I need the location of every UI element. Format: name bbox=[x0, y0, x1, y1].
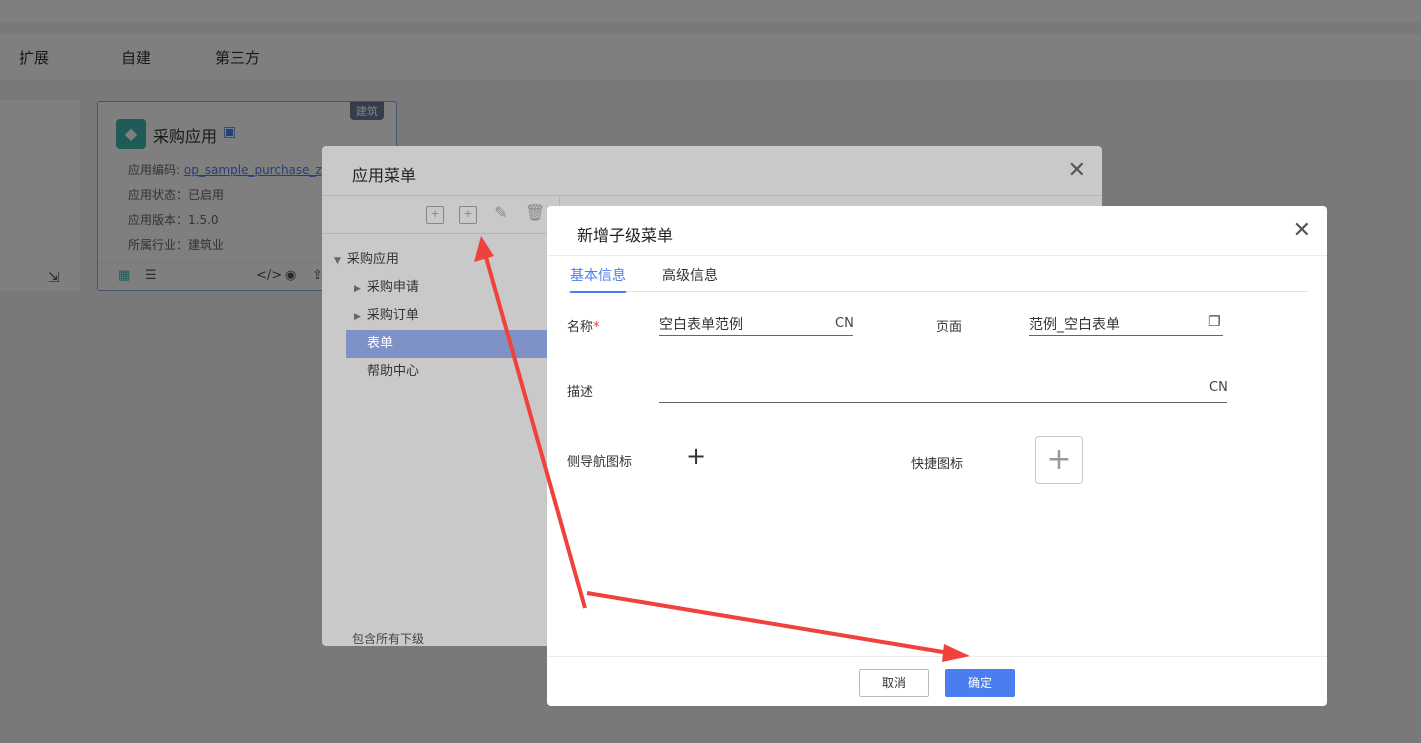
add-child-menu-dialog-header: 新增子级菜单 ✕ bbox=[547, 206, 1327, 256]
add-child-menu-dialog: 新增子级菜单 ✕ 基本信息 高级信息 名称* CN 页面 ❐ 描述 CN 侧导航… bbox=[547, 206, 1327, 706]
add-child-menu-dialog-title: 新增子级菜单 bbox=[577, 226, 674, 245]
name-label: 名称* bbox=[567, 316, 600, 335]
name-field[interactable] bbox=[659, 312, 853, 336]
add-quick-icon[interactable]: + bbox=[1035, 436, 1083, 484]
caret-right-icon: ▶ bbox=[354, 284, 361, 294]
side-nav-icon-label: 侧导航图标 bbox=[567, 455, 633, 470]
tree-item-form[interactable]: 表单 bbox=[346, 330, 559, 358]
caret-down-icon: ▼ bbox=[334, 256, 341, 266]
include-children-label: 包含所有下级 bbox=[352, 632, 425, 646]
app-menu-dialog-title: 应用菜单 bbox=[352, 166, 417, 185]
copy-icon[interactable]: ❐ bbox=[1208, 314, 1221, 330]
caret-right-icon: ▶ bbox=[354, 312, 361, 322]
cancel-button[interactable]: 取消 bbox=[859, 669, 929, 697]
description-lang-suffix[interactable]: CN bbox=[1209, 380, 1228, 395]
confirm-button[interactable]: 确定 bbox=[945, 669, 1015, 697]
tree-item-label: 帮助中心 bbox=[367, 364, 420, 379]
page-field[interactable] bbox=[1029, 312, 1223, 336]
dialog-tabs: 基本信息 高级信息 bbox=[567, 260, 1308, 293]
tree-item-label: 采购申请 bbox=[366, 280, 419, 295]
close-icon[interactable]: ✕ bbox=[1068, 158, 1086, 183]
tree-item-label: 表单 bbox=[367, 336, 394, 351]
name-lang-suffix[interactable]: CN bbox=[835, 316, 854, 331]
required-mark: * bbox=[593, 320, 600, 335]
tab-advanced-info[interactable]: 高级信息 bbox=[662, 265, 718, 291]
page-label: 页面 bbox=[936, 320, 963, 335]
tree-item-help-center[interactable]: 帮助中心 bbox=[367, 358, 419, 386]
tree-root[interactable]: ▼ 采购应用 bbox=[334, 246, 399, 274]
name-label-text: 名称 bbox=[567, 320, 594, 335]
tree-toolbar: + + ✎ 🗑 bbox=[322, 196, 559, 234]
menu-tree-panel: + + ✎ 🗑 ▼ 采购应用 ▶ 采购申请 ▶ 采购订单 表单 帮助中心 包含所有下级 bbox=[322, 196, 559, 646]
edit-icon[interactable]: ✎ bbox=[492, 205, 510, 224]
tree-item-purchase-order[interactable]: ▶ 采购订单 bbox=[354, 302, 419, 330]
dialog-footer: 取消 确定 bbox=[547, 656, 1327, 706]
app-menu-dialog-header: 应用菜单 ✕ bbox=[322, 146, 1102, 196]
description-label: 描述 bbox=[567, 385, 594, 400]
description-field[interactable] bbox=[659, 379, 1227, 403]
add-sibling-icon[interactable]: + bbox=[426, 206, 444, 224]
tab-basic-info[interactable]: 基本信息 bbox=[570, 265, 626, 293]
add-child-icon[interactable]: + bbox=[459, 206, 477, 224]
delete-icon[interactable]: 🗑 bbox=[525, 205, 545, 224]
add-side-nav-icon[interactable]: + bbox=[686, 444, 706, 468]
tree-item-label: 采购订单 bbox=[366, 308, 419, 323]
quick-icon-label: 快捷图标 bbox=[911, 457, 964, 472]
tree-root-label: 采购应用 bbox=[346, 252, 399, 267]
tree-item-purchase-request[interactable]: ▶ 采购申请 bbox=[354, 274, 419, 302]
close-icon[interactable]: ✕ bbox=[1293, 218, 1311, 243]
